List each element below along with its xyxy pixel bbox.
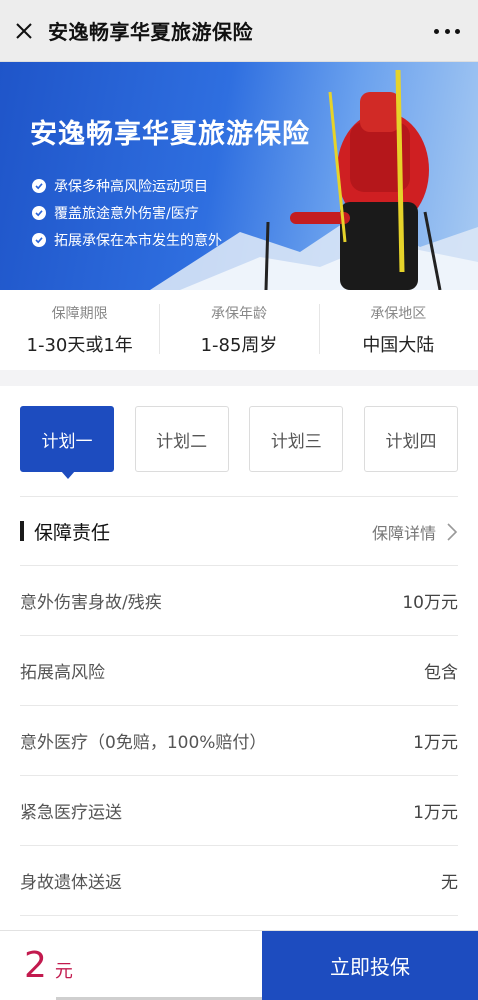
more-button[interactable]	[434, 22, 460, 40]
check-circle-icon	[32, 206, 46, 220]
coverage-item-name: 意外医疗（0免赔，100%赔付）	[20, 733, 267, 753]
coverage-item-value: 包含	[424, 663, 458, 683]
details-label: 保障详情	[371, 524, 436, 543]
coverage-item-value: 无	[441, 873, 458, 893]
buy-now-button[interactable]: 立即投保	[262, 931, 478, 1000]
coverage-row: 紧急医疗运送 1万元	[20, 776, 458, 846]
page-title: 安逸畅享华夏旅游保险	[48, 20, 253, 44]
check-circle-icon	[32, 233, 46, 247]
coverage-list: 意外伤害身故/残疾 10万元 拓展高风险 包含 意外医疗（0免赔，100%赔付）…	[20, 566, 458, 916]
summary-value: 1-85周岁	[200, 335, 278, 356]
summary-label: 保障期限	[51, 306, 108, 322]
coverage-item-value: 1万元	[413, 803, 458, 823]
summary-value: 中国大陆	[362, 335, 435, 356]
more-dots-icon	[434, 28, 439, 34]
tab-plan-3[interactable]: 计划三	[249, 406, 344, 472]
top-nav-bar: 安逸畅享华夏旅游保险	[0, 0, 478, 62]
hero-feature-text: 拓展承保在本市发生的意外	[54, 233, 222, 249]
price-unit: 元	[54, 961, 73, 982]
tab-plan-1[interactable]: 计划一	[20, 406, 114, 479]
coverage-row: 拓展高风险 包含	[20, 636, 458, 706]
coverage-item-name: 拓展高风险	[20, 663, 105, 683]
summary-region: 承保地区 中国大陆	[318, 290, 478, 370]
purchase-bar: 2 元 立即投保	[0, 930, 478, 1000]
coverage-item-name: 紧急医疗运送	[20, 803, 122, 823]
coverage-item-value: 1万元	[413, 733, 458, 753]
coverage-item-value: 10万元	[402, 593, 458, 613]
policy-summary: 保障期限 1-30天或1年 承保年龄 1-85周岁 承保地区 中国大陆	[0, 290, 478, 370]
close-button[interactable]	[0, 0, 48, 62]
summary-period: 保障期限 1-30天或1年	[0, 290, 159, 370]
section-marker	[20, 521, 24, 541]
coverage-row: 身故遗体送返 无	[20, 846, 458, 916]
hero-feature: 拓展承保在本市发生的意外	[32, 230, 222, 250]
hero-banner: 安逸畅享华夏旅游保险 承保多种高风险运动项目 覆盖旅途意外伤害/医疗 拓展承保在…	[0, 62, 478, 290]
summary-value: 1-30天或1年	[26, 335, 133, 356]
hero-feature-text: 承保多种高风险运动项目	[54, 179, 208, 195]
summary-label: 承保年龄	[210, 306, 267, 322]
tab-plan-4[interactable]: 计划四	[363, 406, 458, 472]
coverage-title: 保障责任	[34, 521, 111, 544]
coverage-item-name: 身故遗体送返	[20, 873, 122, 893]
summary-age: 承保年龄 1-85周岁	[159, 290, 318, 370]
tab-plan-2[interactable]: 计划二	[134, 406, 229, 472]
close-icon	[16, 22, 32, 39]
coverage-details-link[interactable]: 保障详情	[372, 497, 458, 567]
chevron-right-icon	[447, 523, 458, 541]
hero-feature: 覆盖旅途意外伤害/医疗	[32, 203, 199, 223]
coverage-row: 意外伤害身故/残疾 10万元	[20, 566, 458, 636]
hero-title: 安逸畅享华夏旅游保险	[30, 119, 310, 150]
price-amount: 2	[24, 945, 47, 986]
hero-feature: 承保多种高风险运动项目	[32, 176, 208, 196]
coverage-header: 保障责任 保障详情	[20, 496, 458, 566]
price-display: 2 元	[0, 931, 262, 1000]
section-divider	[0, 370, 478, 386]
hero-feature-text: 覆盖旅途意外伤害/医疗	[54, 206, 199, 222]
coverage-item-name: 意外伤害身故/残疾	[20, 593, 162, 613]
coverage-row: 意外医疗（0免赔，100%赔付） 1万元	[20, 706, 458, 776]
check-circle-icon	[32, 179, 46, 193]
plan-tabs: 计划一 计划二 计划三 计划四	[20, 406, 458, 479]
summary-label: 承保地区	[370, 306, 427, 322]
